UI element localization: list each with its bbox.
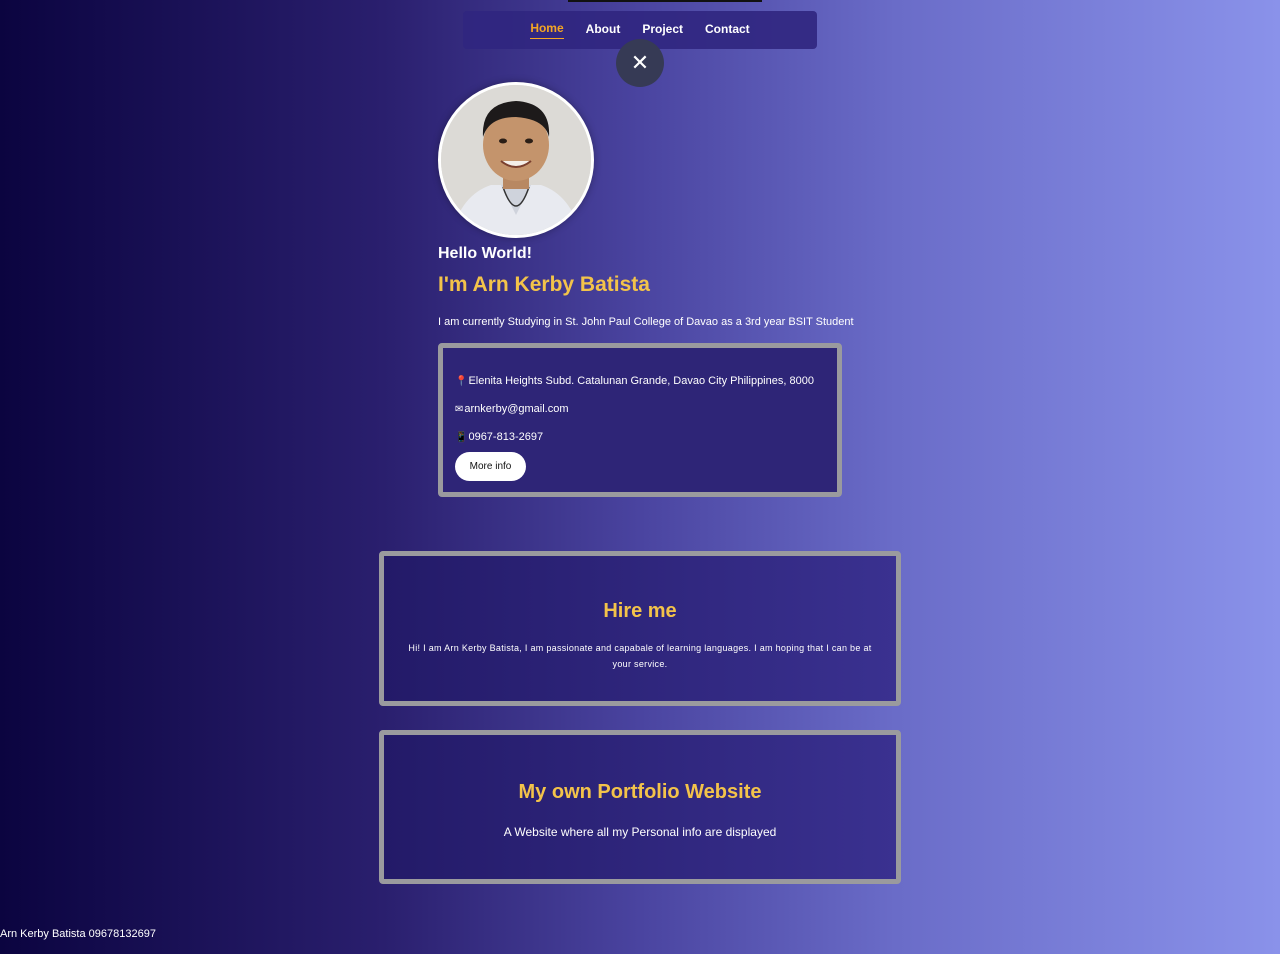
- portfolio-card: My own Portfolio Website A Website where…: [379, 730, 901, 884]
- nav-link-about[interactable]: About: [586, 22, 621, 39]
- profile-avatar: [438, 82, 594, 238]
- bio-text: I am currently Studying in St. John Paul…: [438, 316, 854, 328]
- portfolio-text: A Website where all my Personal info are…: [503, 825, 777, 839]
- hire-me-title: Hire me: [603, 600, 677, 622]
- address-row: 📍 Elenita Heights Subd. Catalunan Grande…: [455, 375, 814, 387]
- hire-me-card: Hire me Hi! I am Arn Kerby Batista, I am…: [379, 551, 901, 706]
- nav-link-contact[interactable]: Contact: [705, 22, 750, 39]
- phone-row: 📱 0967-813-2697: [455, 431, 543, 443]
- nav-link-project[interactable]: Project: [642, 22, 683, 39]
- close-icon: ✕: [630, 50, 650, 76]
- email-text: arnkerby@gmail.com: [464, 403, 569, 415]
- close-button[interactable]: ✕: [616, 39, 664, 87]
- mobile-phone-icon: 📱: [455, 431, 468, 443]
- hire-me-text: Hi! I am Arn Kerby Batista, I am passion…: [408, 643, 872, 669]
- contact-info-card: 📍 Elenita Heights Subd. Catalunan Grande…: [438, 343, 842, 497]
- name-heading: I'm Arn Kerby Batista: [438, 273, 650, 296]
- pin-icon: 📍: [455, 375, 468, 387]
- top-edge-bar: [568, 0, 762, 2]
- address-text: Elenita Heights Subd. Catalunan Grande, …: [468, 375, 814, 387]
- phone-text: 0967-813-2697: [468, 431, 544, 443]
- portfolio-title: My own Portfolio Website: [518, 781, 762, 803]
- email-row: ✉ arnkerby@gmail.com: [455, 403, 568, 415]
- nav-link-home[interactable]: Home: [530, 21, 564, 39]
- profile-photo: [441, 85, 591, 235]
- greeting-heading: Hello World!: [438, 245, 532, 262]
- envelope-icon: ✉: [455, 403, 464, 415]
- more-info-button[interactable]: More info: [455, 452, 526, 481]
- footer-text: Arn Kerby Batista 09678132697: [0, 928, 156, 940]
